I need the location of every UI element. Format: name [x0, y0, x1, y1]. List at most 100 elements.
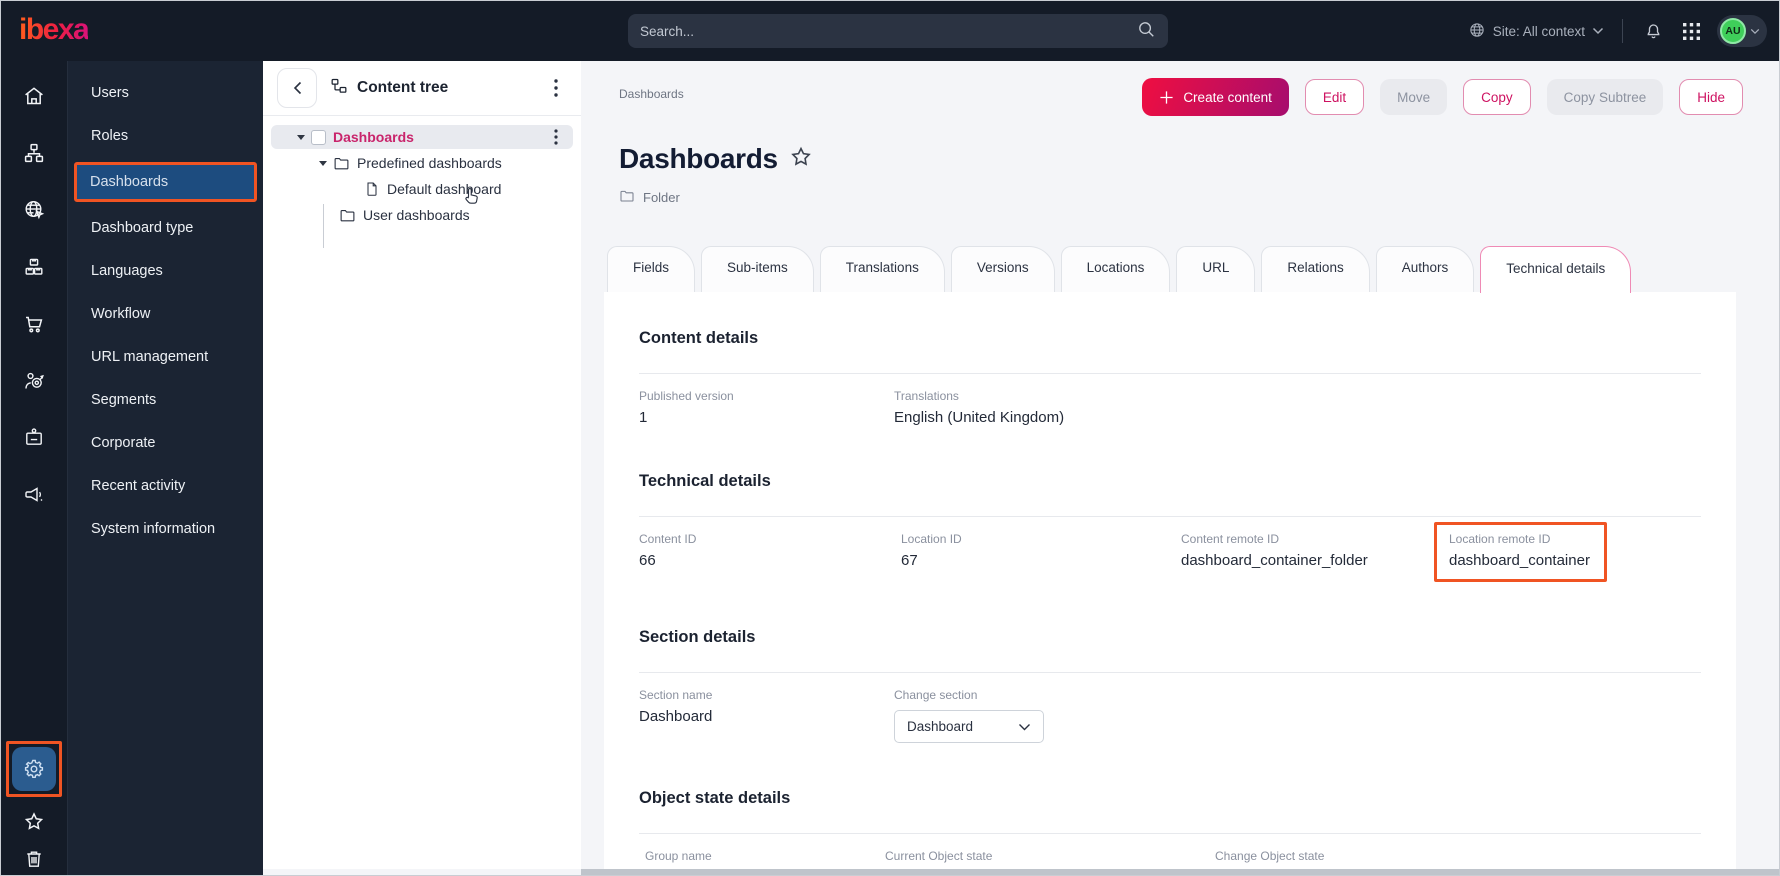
tab-versions[interactable]: Versions	[951, 246, 1055, 292]
sidebar-item-users[interactable]: Users	[78, 76, 253, 110]
caret-down-icon[interactable]	[297, 135, 305, 140]
field-change-section: Change section Dashboard	[894, 688, 1701, 743]
trash-icon[interactable]	[22, 847, 46, 871]
sidebar-item-dashboards[interactable]: Dashboards	[74, 162, 257, 202]
chevron-left-icon	[293, 81, 302, 95]
tree-node-user-dashboards[interactable]: User dashboards	[271, 203, 573, 227]
sidebar-item-url-management[interactable]: URL management	[78, 340, 253, 374]
commerce-cart-icon[interactable]	[22, 312, 46, 336]
object-state-header-current: Current Object state	[885, 849, 1215, 863]
sidebar-item-system-information[interactable]: System information	[78, 512, 253, 546]
global-search[interactable]	[628, 14, 1168, 48]
user-menu[interactable]: AU	[1717, 15, 1767, 47]
folder-icon	[339, 207, 356, 224]
content-tree-header: Content tree	[263, 61, 581, 116]
section-title-section-details: Section details	[639, 628, 1701, 647]
avatar: AU	[1720, 18, 1746, 44]
breadcrumb[interactable]: Dashboards	[619, 87, 684, 101]
tab-relations[interactable]: Relations	[1261, 246, 1369, 292]
notifications-bell-icon[interactable]	[1641, 19, 1665, 43]
site-context-selector[interactable]: Site: All context	[1468, 21, 1604, 42]
chevron-down-icon	[1750, 28, 1760, 35]
object-state-header-group-name: Group name	[645, 849, 885, 863]
hide-button[interactable]: Hide	[1679, 79, 1743, 115]
marketing-megaphone-icon[interactable]	[22, 483, 46, 507]
tree-node-default-dashboard[interactable]: Default dashboard	[271, 177, 573, 201]
section-title-object-state: Object state details	[639, 789, 1701, 808]
content-tree-icon	[329, 76, 349, 101]
tab-bar: Fields Sub-items Translations Versions L…	[604, 246, 1736, 292]
tree-node-dashboards[interactable]: Dashboards	[271, 125, 573, 149]
app-grid-icon[interactable]	[1679, 19, 1703, 43]
caret-down-icon[interactable]	[319, 161, 327, 166]
section-title-technical-details: Technical details	[639, 472, 1701, 491]
search-input[interactable]	[640, 24, 1136, 39]
content-tree-panel: Content tree Dashboards Prede	[263, 61, 581, 869]
move-button[interactable]: Move	[1380, 79, 1447, 115]
admin-settings-tile[interactable]	[12, 747, 56, 791]
sidebar-item-recent-activity[interactable]: Recent activity	[78, 469, 253, 503]
ibexa-admin-window: ibexa Site: All context AU	[0, 0, 1780, 876]
sidebar-item-workflow[interactable]: Workflow	[78, 297, 253, 331]
section-divider	[639, 373, 1701, 374]
tab-url[interactable]: URL	[1176, 246, 1255, 292]
sidebar-item-roles[interactable]: Roles	[78, 119, 253, 153]
copy-subtree-button[interactable]: Copy Subtree	[1547, 79, 1664, 115]
site-context-label: Site: All context	[1493, 24, 1585, 39]
content-tree-list: Dashboards Predefined dashboards Default…	[263, 116, 581, 238]
globe-icon	[1468, 21, 1486, 42]
folder-icon	[619, 188, 635, 207]
mouse-cursor	[461, 186, 481, 213]
node-options-kebab-icon[interactable]	[545, 126, 567, 148]
tree-options-kebab-icon[interactable]	[545, 77, 567, 99]
tab-authors[interactable]: Authors	[1376, 246, 1475, 292]
sidebar-item-languages[interactable]: Languages	[78, 254, 253, 288]
page-title: Dashboards	[619, 143, 778, 175]
create-content-button[interactable]: Create content	[1142, 78, 1289, 116]
icon-rail	[1, 61, 67, 875]
sidebar-item-corporate[interactable]: Corporate	[78, 426, 253, 460]
section-divider	[639, 672, 1701, 673]
change-section-dropdown[interactable]: Dashboard	[894, 710, 1044, 743]
field-section-name: Section name Dashboard	[639, 688, 894, 743]
horizontal-scrollbar[interactable]	[581, 869, 1779, 875]
field-translations: Translations English (United Kingdom)	[894, 389, 1701, 426]
content-tree-title: Content tree	[357, 79, 448, 97]
personalization-icon[interactable]	[22, 369, 46, 393]
topbar-divider	[1622, 19, 1623, 43]
action-buttons: Create content Edit Move Copy Copy Subtr…	[1142, 78, 1743, 116]
technical-details-card: Content details Published version 1 Tran…	[604, 292, 1736, 876]
field-location-remote-id: Location remote ID dashboard_container	[1449, 532, 1701, 582]
topbar: ibexa Site: All context AU	[1, 1, 1779, 61]
tree-node-predefined-dashboards[interactable]: Predefined dashboards	[271, 151, 573, 175]
admin-sidebar: Users Roles Dashboards Dashboard type La…	[67, 61, 263, 875]
site-icon[interactable]	[22, 198, 46, 222]
product-catalog-icon[interactable]	[22, 255, 46, 279]
ibexa-logo[interactable]: ibexa	[19, 13, 88, 47]
tab-fields[interactable]: Fields	[607, 246, 695, 292]
content-structure-icon[interactable]	[22, 141, 46, 165]
chevron-down-icon	[1592, 27, 1604, 35]
file-icon	[364, 181, 380, 197]
search-icon[interactable]	[1136, 19, 1156, 44]
tree-node-checkbox[interactable]	[311, 130, 326, 145]
sidebar-item-segments[interactable]: Segments	[78, 383, 253, 417]
main-content: Dashboards Create content Edit Move Copy…	[581, 61, 1779, 875]
field-location-id: Location ID 67	[901, 532, 1181, 569]
corporate-icon[interactable]	[22, 426, 46, 450]
gear-icon	[22, 757, 46, 781]
bookmarks-star-icon[interactable]	[22, 810, 46, 834]
edit-button[interactable]: Edit	[1305, 79, 1364, 115]
tab-sub-items[interactable]: Sub-items	[701, 246, 814, 292]
section-title-content-details: Content details	[639, 329, 1701, 348]
bookmark-star-icon[interactable]	[789, 145, 813, 174]
collapse-tree-button[interactable]	[277, 68, 317, 108]
home-icon[interactable]	[22, 84, 46, 108]
tab-technical-details[interactable]: Technical details	[1480, 246, 1631, 293]
field-content-id: Content ID 66	[639, 532, 901, 569]
tree-indent-line	[323, 204, 324, 248]
sidebar-item-dashboard-type[interactable]: Dashboard type	[78, 211, 253, 245]
tab-translations[interactable]: Translations	[820, 246, 945, 292]
copy-button[interactable]: Copy	[1463, 79, 1531, 115]
tab-locations[interactable]: Locations	[1061, 246, 1171, 292]
